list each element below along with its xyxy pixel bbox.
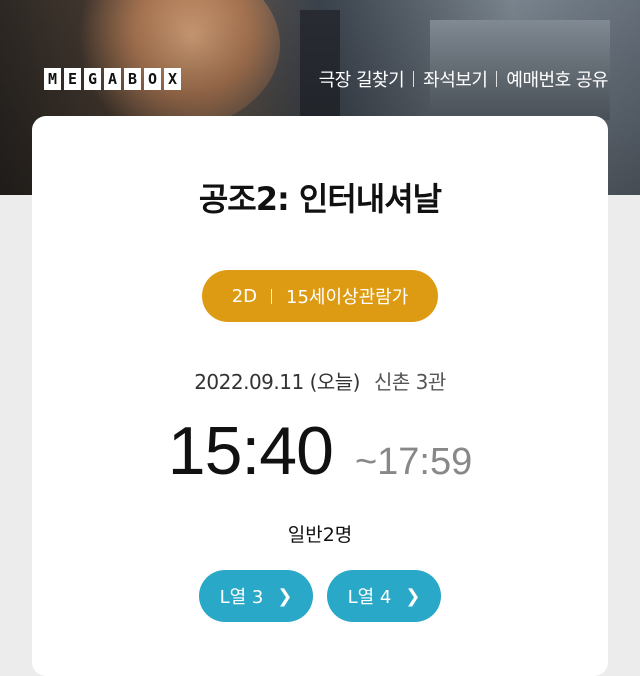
chevron-right-icon: ❯ [405, 585, 421, 607]
nav-share-booking-number[interactable]: 예매번호 공유 [506, 66, 608, 92]
badge-divider [271, 288, 273, 304]
showtime-info: 2022.09.11 (오늘) 신촌 3관 [0, 366, 640, 395]
nav-divider [413, 71, 415, 87]
logo-letter: M [44, 68, 61, 90]
nav-divider [496, 71, 498, 87]
logo-letter: O [144, 68, 161, 90]
movie-title: 공조2: 인터내셔날 [198, 180, 442, 218]
show-date: 2022.09.11 (오늘) [194, 370, 360, 394]
nav-view-seats[interactable]: 좌석보기 [423, 66, 488, 92]
age-rating-label: 15세이상관람가 [286, 287, 409, 308]
logo-letter: G [84, 68, 101, 90]
seat-button[interactable]: L열 4 ❯ [327, 570, 441, 622]
logo-letter: E [64, 68, 81, 90]
audience-count: 일반2명 [287, 524, 353, 546]
theater-name: 신촌 3관 [373, 370, 446, 394]
megabox-logo[interactable]: M E G A B O X [44, 68, 181, 90]
header-nav: 극장 길찾기 좌석보기 예매번호 공유 [319, 66, 609, 92]
end-time: ~17:59 [354, 441, 473, 483]
nav-theater-directions[interactable]: 극장 길찾기 [319, 66, 405, 92]
seat-button[interactable]: L열 3 ❯ [199, 570, 313, 622]
logo-letter: A [104, 68, 121, 90]
logo-letter: B [124, 68, 141, 90]
seat-list: L열 3 ❯ L열 4 ❯ [0, 570, 640, 622]
chevron-right-icon: ❯ [277, 585, 293, 607]
seat-label: L열 4 [347, 587, 392, 608]
format-rating-badge: 2D 15세이상관람가 [202, 270, 438, 322]
format-label: 2D [231, 285, 258, 307]
start-time: 15:40 [167, 413, 334, 489]
logo-letter: X [164, 68, 181, 90]
seat-label: L열 3 [219, 587, 264, 608]
showtime-range: 15:40 ~17:59 [0, 412, 640, 490]
